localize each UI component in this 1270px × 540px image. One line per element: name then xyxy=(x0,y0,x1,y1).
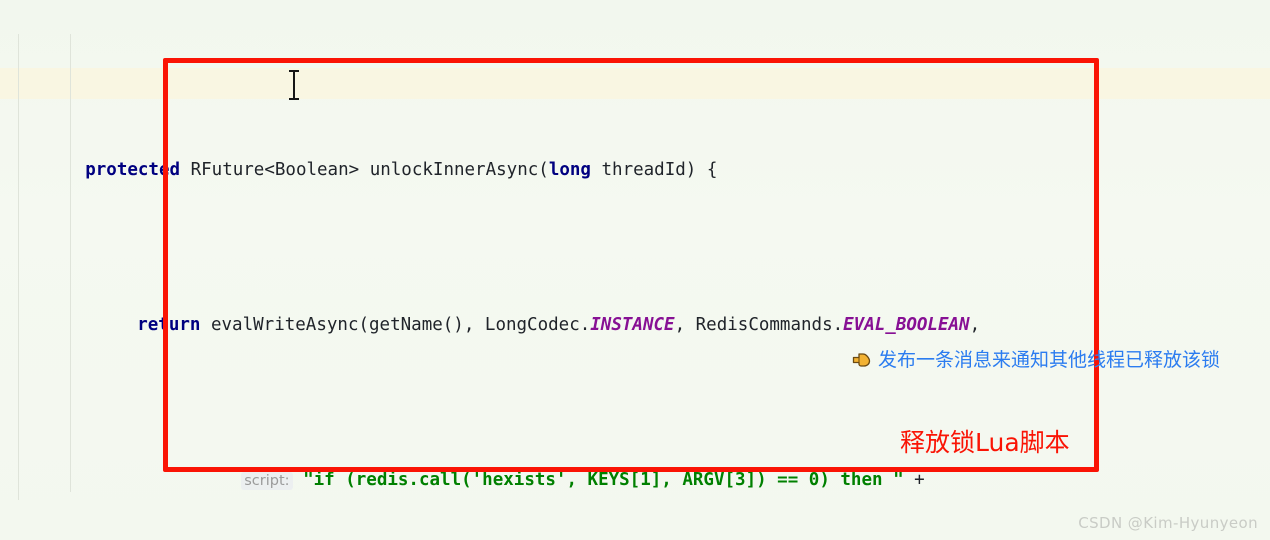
token-keyword-protected: protected xyxy=(85,160,181,180)
code-line-lua-1[interactable]: script: "if (redis.call('hexists', KEYS[… xyxy=(0,434,1270,490)
token-string-lua-1: "if (redis.call('hexists', KEYS[1], ARGV… xyxy=(303,470,904,490)
token-constant-eval-boolean: EVAL_BOOLEAN xyxy=(843,315,970,335)
code-block: protected RFuture<Boolean> unlockInnerAs… xyxy=(0,0,1270,540)
parameter-hint-script: script: xyxy=(241,472,293,490)
code-editor[interactable]: protected RFuture<Boolean> unlockInnerAs… xyxy=(0,0,1270,540)
code-line-return-eval[interactable]: return evalWriteAsync(getName(), LongCod… xyxy=(0,279,1270,335)
blue-annotation-text: 发布一条消息来通知其他线程已释放该锁 xyxy=(878,348,1221,371)
token-keyword-return: return xyxy=(137,315,201,335)
watermark: CSDN @Kim-Hyunyeon xyxy=(1078,514,1258,532)
red-box-label: 释放锁Lua脚本 xyxy=(900,428,1070,457)
token-constant-instance: INSTANCE xyxy=(590,315,675,335)
token-keyword-long: long xyxy=(548,160,591,180)
pointing-hand-icon xyxy=(852,350,874,370)
code-line-signature[interactable]: protected RFuture<Boolean> unlockInnerAs… xyxy=(0,124,1270,180)
blue-annotation: 发布一条消息来通知其他线程已释放该锁 xyxy=(852,350,1220,370)
